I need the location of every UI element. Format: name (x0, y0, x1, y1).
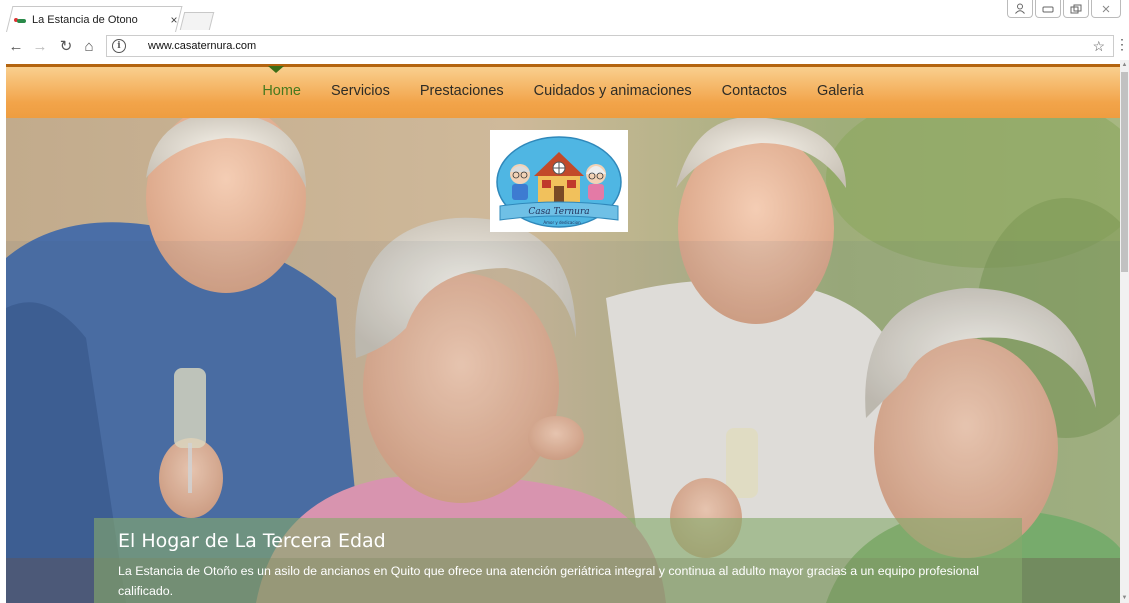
browser-menu-icon[interactable]: ⋮ (1115, 36, 1129, 56)
nav-contactos[interactable]: Contactos (707, 83, 802, 99)
info-icon[interactable]: i (112, 39, 126, 53)
browser-titlebar: La Estancia de Otono × (0, 0, 1129, 32)
nav-home[interactable]: Home (247, 83, 316, 99)
back-button[interactable]: ← (6, 36, 26, 56)
close-icon[interactable] (1091, 0, 1121, 18)
hero-description: La Estancia de Otoño es un asilo de anci… (118, 564, 980, 598)
site-logo[interactable]: Casa Ternura Amor y dedicacion (490, 130, 628, 232)
forward-button[interactable]: → (30, 36, 50, 56)
hero-title: El Hogar de La Tercera Edad (118, 530, 386, 552)
address-bar[interactable]: i www.casaternura.com ☆ (106, 35, 1114, 57)
nav-cuidados-animaciones[interactable]: Cuidados y animaciones (519, 83, 707, 99)
reload-button[interactable]: ↻ (56, 36, 76, 56)
new-tab-button[interactable] (179, 12, 215, 30)
logo-subtext: Amor y dedicacion (543, 220, 581, 225)
bookmark-star-icon[interactable]: ☆ (1092, 38, 1105, 55)
scroll-down-icon[interactable]: ▼ (1121, 595, 1128, 601)
home-button[interactable]: ⌂ (79, 36, 99, 56)
scrollbar-thumb[interactable] (1121, 72, 1128, 272)
minimize-icon[interactable] (1035, 0, 1061, 18)
tab-title: La Estancia de Otono (32, 14, 138, 26)
window-controls (1007, 0, 1121, 18)
url-text[interactable]: www.casaternura.com (132, 40, 256, 52)
main-navigation: Home Servicios Prestaciones Cuidados y a… (6, 64, 1120, 118)
favicon-icon (14, 15, 26, 25)
nav-prestaciones[interactable]: Prestaciones (405, 83, 519, 99)
nav-galeria[interactable]: Galeria (802, 83, 879, 99)
browser-tab-content[interactable]: La Estancia de Otono × (14, 8, 184, 32)
logo-text: Casa Ternura (528, 207, 589, 217)
page-viewport: Casa Ternura Amor y dedicacion Home Serv… (0, 60, 1120, 603)
nav-servicios[interactable]: Servicios (316, 83, 405, 99)
browser-toolbar: ← → ↻ ⌂ i www.casaternura.com ☆ ⋮ (0, 32, 1129, 60)
page-scrollbar[interactable]: ▲ ▼ (1120, 60, 1129, 603)
scroll-up-icon[interactable]: ▲ (1121, 62, 1128, 68)
restore-icon[interactable] (1063, 0, 1089, 18)
logo-graphic: Casa Ternura Amor y dedicacion (496, 136, 622, 228)
person-icon[interactable] (1007, 0, 1033, 18)
active-nav-pointer-icon (268, 66, 284, 73)
